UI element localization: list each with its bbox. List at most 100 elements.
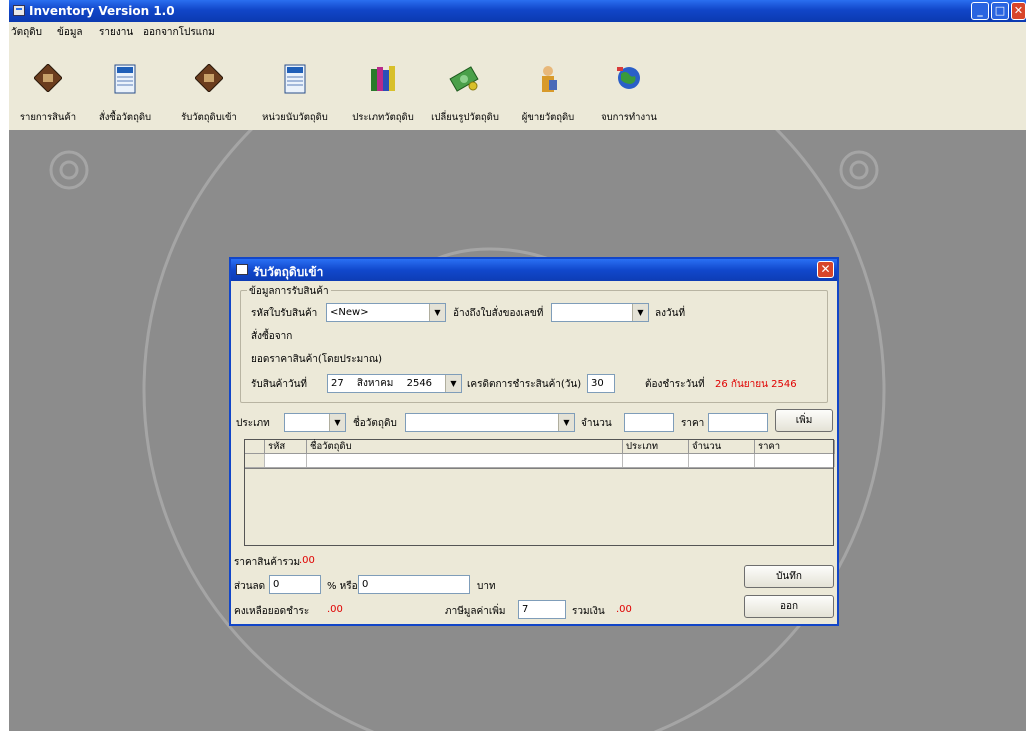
price-label: ราคา: [681, 418, 705, 429]
material-combo[interactable]: ▼: [405, 413, 575, 432]
chevron-down-icon[interactable]: ▼: [429, 304, 445, 321]
remaining-label: คงเหลือยอดชำระ: [234, 606, 310, 617]
minimize-button[interactable]: _: [971, 2, 989, 20]
toolbar-end-work[interactable]: จบการทำงาน: [589, 40, 669, 130]
receive-year: 2546: [406, 378, 433, 389]
toolbar-unit[interactable]: หน่วยนับวัตถุดิบ: [253, 40, 337, 130]
toolbar-label: รายการสินค้า: [19, 112, 77, 123]
chevron-down-icon[interactable]: ▼: [329, 414, 345, 431]
menu-report[interactable]: รายงาน: [99, 25, 133, 40]
grid-header-qty[interactable]: จำนวน: [689, 440, 755, 454]
toolbar-label: สั่งซื้อวัตถุดิบ: [98, 112, 152, 123]
vat-input[interactable]: 7: [518, 600, 566, 619]
grand-total-value: .00: [616, 604, 632, 615]
group-title: ข้อมูลการรับสินค้า: [247, 284, 331, 299]
chevron-down-icon[interactable]: ▼: [445, 375, 461, 392]
document-icon: [284, 64, 306, 94]
qty-input[interactable]: [624, 413, 674, 432]
dialog-title-bar: รับวัตถุดิบเข้า ✕: [231, 259, 837, 281]
remaining-value: .00: [327, 604, 343, 615]
chevron-down-icon[interactable]: ▼: [558, 414, 574, 431]
books-icon: [371, 66, 395, 91]
toolbar-receive-material[interactable]: รับวัตถุดิบเข้า: [169, 40, 249, 130]
toolbar: รายการสินค้า สั่งซื้อวัตถุดิบ รับวัตถุดิ…: [9, 40, 1026, 130]
receive-month: สิงหาคม: [356, 378, 394, 389]
main-window: Inventory Version 1.0 _ □ ✕ วัตถุดิบ ข้อ…: [9, 0, 1026, 731]
credit-days-input[interactable]: 30: [587, 374, 615, 393]
toolbar-product-list[interactable]: รายการสินค้า: [15, 40, 81, 130]
grid-header-code[interactable]: รหัส: [265, 440, 307, 454]
maximize-button[interactable]: □: [991, 2, 1009, 20]
receive-date-picker[interactable]: 27 สิงหาคม 2546 ▼: [327, 374, 462, 393]
date-label: ลงวันที่: [655, 308, 686, 319]
table-row[interactable]: [245, 454, 835, 468]
table-cell[interactable]: [689, 454, 755, 467]
toolbar-label: จบการทำงาน: [601, 112, 657, 123]
document-icon: [114, 64, 136, 94]
receive-date-label: รับสินค้าวันที่: [251, 379, 308, 390]
table-cell[interactable]: [265, 454, 307, 467]
price-input[interactable]: [708, 413, 768, 432]
material-label: ชื่อวัตถุดิบ: [353, 418, 397, 429]
toolbar-label: ประเภทวัตถุดิบ: [352, 112, 414, 123]
menu-data[interactable]: ข้อมูล: [57, 25, 83, 40]
toolbar-convert-material[interactable]: เปลี่ยนรูปวัตถุดิบ: [423, 40, 507, 130]
person-icon: [542, 66, 557, 92]
globe-icon: [617, 67, 640, 89]
total-value: .00: [299, 555, 315, 566]
receipt-code-value: <New>: [330, 307, 369, 318]
grid-header-price[interactable]: ราคา: [755, 440, 835, 454]
dialog-close-button[interactable]: ✕: [817, 261, 834, 278]
due-date-label: ต้องชำระวันที่: [645, 379, 705, 390]
receive-day: 27: [331, 378, 344, 389]
toolbar-supplier[interactable]: ผู้ขายวัตถุดิบ: [513, 40, 583, 130]
receipt-info-group: ข้อมูลการรับสินค้า รหัสใบรับสินค้า <New>…: [240, 284, 828, 403]
receipt-code-label: รหัสใบรับสินค้า: [251, 308, 318, 319]
total-label: ราคาสินค้ารวม: [234, 557, 301, 568]
save-button[interactable]: บันทึก: [744, 565, 834, 588]
discount-label: ส่วนลด: [234, 581, 266, 592]
dialog-icon: [236, 264, 248, 275]
type-combo[interactable]: ▼: [284, 413, 346, 432]
due-date-value: 26 กันยายน 2546: [715, 379, 797, 390]
baht-label: บาท: [477, 581, 496, 592]
menu-exit[interactable]: ออกจากโปรแกม: [143, 25, 215, 40]
menu-material[interactable]: วัตถุดิบ: [11, 25, 42, 40]
window-title: Inventory Version 1.0: [29, 4, 175, 18]
discount-amount-input[interactable]: 0: [358, 575, 470, 594]
toolbar-label: ผู้ขายวัตถุดิบ: [521, 112, 575, 123]
menu-bar: วัตถุดิบ ข้อมูล รายงาน ออกจากโปรแกม: [9, 22, 1026, 40]
exit-button[interactable]: ออก: [744, 595, 834, 618]
grid-header: รหัส ชื่อวัตถุดิบ ประเภท จำนวน ราคา: [245, 440, 835, 454]
close-button[interactable]: ✕: [1011, 2, 1026, 20]
row-selector[interactable]: [245, 454, 265, 467]
title-bar: Inventory Version 1.0 _ □ ✕: [9, 0, 1026, 22]
toolbar-label: หน่วยนับวัตถุดิบ: [262, 112, 328, 123]
receipt-code-combo[interactable]: <New> ▼: [326, 303, 446, 322]
add-button[interactable]: เพิ่ม: [775, 409, 833, 432]
po-ref-combo[interactable]: ▼: [551, 303, 649, 322]
toolbar-material-type[interactable]: ประเภทวัตถุดิบ: [341, 40, 425, 130]
table-cell[interactable]: [755, 454, 835, 467]
toolbar-purchase-order[interactable]: สั่งซื้อวัตถุดิบ: [85, 40, 165, 130]
grid-header-material[interactable]: ชื่อวัตถุดิบ: [307, 440, 623, 454]
app-icon: [13, 5, 25, 16]
grand-total-label: รวมเงิน: [572, 606, 605, 617]
po-ref-label: อ้างถึงใบสั่งของเลขที่: [453, 308, 544, 319]
vat-label: ภาษีมูลค่าเพิ่ม: [445, 606, 506, 617]
diamond-box-icon: [34, 64, 62, 92]
grid-header-type[interactable]: ประเภท: [623, 440, 689, 454]
grid-empty-area: [245, 469, 833, 545]
chevron-down-icon[interactable]: ▼: [632, 304, 648, 321]
toolbar-label: เปลี่ยนรูปวัตถุดิบ: [431, 112, 499, 123]
order-from-label: สั่งซื้อจาก: [251, 331, 293, 342]
table-cell[interactable]: [307, 454, 623, 467]
type-label: ประเภท: [236, 418, 270, 429]
material-grid[interactable]: รหัส ชื่อวัตถุดิบ ประเภท จำนวน ราคา: [244, 439, 835, 546]
discount-percent-input[interactable]: 0: [269, 575, 321, 594]
percent-or-label: % หรือ: [327, 581, 358, 592]
table-cell[interactable]: [623, 454, 689, 467]
diamond-box-icon: [195, 64, 223, 92]
grid-row-selector-header: [245, 440, 265, 454]
credit-label: เครดิตการชำระสินค้า(วัน): [467, 379, 582, 390]
